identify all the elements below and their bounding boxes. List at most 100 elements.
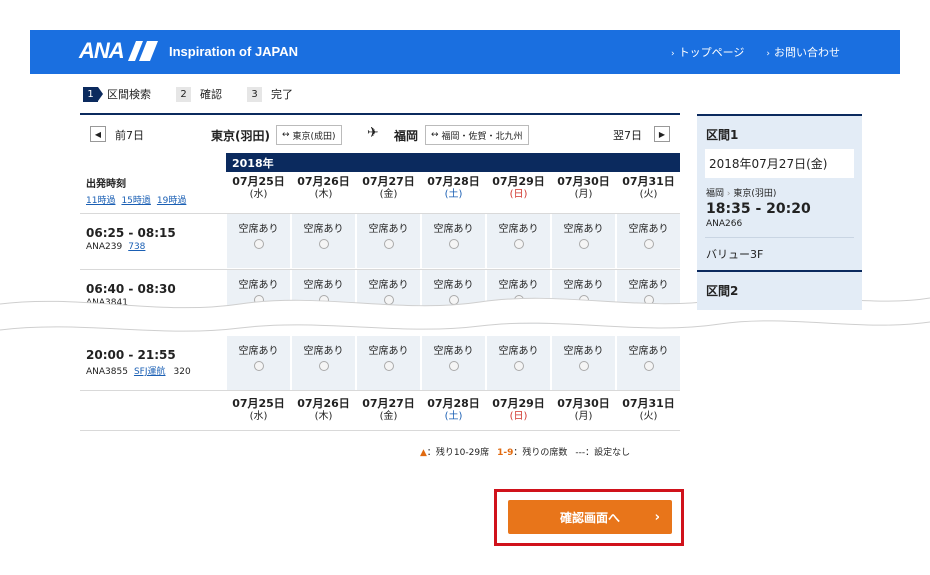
highlight-box: 確認画面へ › — [494, 489, 684, 546]
triangle-left-icon: ◀ — [94, 129, 102, 139]
seat-cell[interactable]: 空席あり — [421, 336, 485, 390]
flight-info: 20:00 - 21:55 ANA3855 SFJ運航 320 — [86, 348, 191, 377]
date-footer: 07月31日 (火) — [622, 397, 675, 422]
step-number: 2 — [176, 86, 191, 102]
step-search: 1 区間検索 — [83, 86, 151, 102]
step-number: 3 — [247, 86, 262, 102]
seat-radio[interactable] — [383, 239, 394, 249]
date-footer: 07月29日 (日) — [492, 397, 545, 422]
header-links: › トップページ › お問い合わせ — [671, 44, 840, 60]
seat-radio[interactable] — [253, 239, 264, 249]
seat-radio[interactable] — [318, 361, 329, 371]
seat-cell[interactable]: 空席あり — [616, 214, 680, 268]
seat-cell[interactable]: 空席あり — [486, 336, 550, 390]
route-bar: ◀ 前7日 東京(羽田) ↔ 東京(成田) ✈ 福岡 ↔ 福岡・佐賀・北九州 翌7日… — [80, 113, 680, 153]
contact-link[interactable]: › お問い合わせ — [766, 44, 840, 60]
swap-icon: ↔ — [431, 130, 439, 140]
flight-time: 06:25 - 08:15 — [86, 226, 176, 240]
seat-cell[interactable]: 空席あり — [421, 214, 485, 268]
selected-time: 18:35 - 20:20 — [706, 201, 811, 217]
confirm-button-label: 確認画面へ — [559, 510, 620, 525]
triangle-right-icon: ▶ — [658, 129, 666, 139]
seat-availability: 空席あり — [368, 224, 409, 235]
step-label: 区間検索 — [107, 88, 151, 101]
section1-title: 区間1 — [706, 128, 739, 142]
seat-availability: 空席あり — [238, 346, 279, 357]
step-complete: 3 完了 — [247, 86, 293, 102]
date-header: 07月26日 (木) — [297, 175, 350, 200]
swap-icon: ↔ — [282, 130, 290, 140]
seat-legend: ▲：残り10-29席 1-9：残りの席数 ---：設定なし — [420, 445, 630, 458]
seat-cell[interactable]: 空席あり — [551, 214, 615, 268]
time-filter-links: 11時過 15時過 19時過 — [86, 193, 186, 206]
seat-availability: 空席あり — [433, 224, 474, 235]
seat-availability: 空席あり — [563, 224, 604, 235]
chevron-right-icon: › — [766, 49, 770, 59]
flight-info: 06:25 - 08:15 ANA239 738 — [86, 226, 176, 252]
date-header: 07月30日 (月) — [557, 175, 610, 200]
date-header: 07月27日 (金) — [362, 175, 415, 200]
seat-availability: 空席あり — [433, 346, 474, 357]
seat-cell[interactable]: 空席あり — [486, 214, 550, 268]
chevron-right-icon: › — [654, 509, 660, 525]
seat-radio[interactable] — [448, 361, 459, 371]
date-header: 07月29日 (日) — [492, 175, 545, 200]
seat-availability: 空席あり — [368, 346, 409, 357]
legend-not-set: ---：設定なし — [575, 448, 631, 458]
seat-availability: 空席あり — [628, 224, 669, 235]
seat-cell[interactable]: 空席あり — [356, 336, 420, 390]
legend-few-seats: ▲：残り10-29席 — [420, 448, 490, 458]
header-title: Inspiration of JAPAN — [169, 44, 299, 59]
seat-cell[interactable]: 空席あり — [551, 336, 615, 390]
date-footer: 07月28日 (土) — [427, 397, 480, 422]
step-label: 完了 — [271, 88, 293, 101]
switch-origin-button[interactable]: ↔ 東京(成田) — [276, 125, 342, 145]
time-filter-15[interactable]: 15時過 — [121, 193, 150, 206]
step-number: 1 — [83, 86, 103, 102]
seat-availability: 空席あり — [238, 224, 279, 235]
step-label: 確認 — [200, 88, 222, 101]
operator-link[interactable]: SFJ運航 — [134, 367, 166, 377]
selected-route: 福岡 › 東京(羽田) — [706, 189, 777, 199]
prev-week-button[interactable]: ◀ — [90, 126, 106, 142]
top-page-link[interactable]: › トップページ — [671, 44, 744, 60]
next-week-button[interactable]: ▶ — [654, 126, 670, 142]
seat-cell[interactable]: 空席あり — [226, 336, 290, 390]
seat-radio[interactable] — [513, 239, 524, 249]
seat-radio[interactable] — [448, 239, 459, 249]
aircraft-link[interactable]: 738 — [128, 242, 145, 252]
time-filter-19[interactable]: 19時過 — [157, 193, 186, 206]
seat-cell[interactable]: 空席あり — [616, 336, 680, 390]
ana-logo[interactable]: ANA — [79, 38, 158, 63]
step-confirm: 2 確認 — [176, 86, 222, 102]
seat-cell[interactable]: 空席あり — [356, 214, 420, 268]
next-week-label: 翌7日 — [613, 129, 642, 142]
seat-radio[interactable] — [318, 239, 329, 249]
prev-week-label: 前7日 — [115, 129, 144, 142]
seat-radio[interactable] — [513, 361, 524, 371]
row-divider — [80, 390, 680, 391]
seat-radio[interactable] — [643, 361, 654, 371]
departure-time-label: 出発時刻 — [86, 179, 126, 190]
seat-radio[interactable] — [643, 239, 654, 249]
confirm-screen-button[interactable]: 確認画面へ › — [508, 500, 672, 534]
seat-cell[interactable]: 空席あり — [291, 336, 355, 390]
seat-radio[interactable] — [253, 361, 264, 371]
date-header: 07月31日 (火) — [622, 175, 675, 200]
date-footer: 07月30日 (月) — [557, 397, 610, 422]
date-header: 07月25日 (水) — [232, 175, 285, 200]
flight-number: ANA3855 SFJ運航 320 — [86, 367, 191, 377]
seat-radio[interactable] — [578, 361, 589, 371]
selected-date: 2018年07月27日(金) — [705, 149, 854, 178]
seat-radio[interactable] — [383, 361, 394, 371]
time-filter-11[interactable]: 11時過 — [86, 193, 115, 206]
switch-destination-button[interactable]: ↔ 福岡・佐賀・北九州 — [425, 125, 529, 145]
date-footer: 07月27日 (金) — [362, 397, 415, 422]
logo-text: ANA — [79, 38, 125, 63]
seat-cell[interactable]: 空席あり — [226, 214, 290, 268]
logo-stripes-icon — [127, 41, 158, 61]
grid-bottom-border — [80, 430, 680, 431]
seat-radio[interactable] — [578, 239, 589, 249]
selected-flight: ANA266 — [706, 219, 743, 229]
seat-cell[interactable]: 空席あり — [291, 214, 355, 268]
